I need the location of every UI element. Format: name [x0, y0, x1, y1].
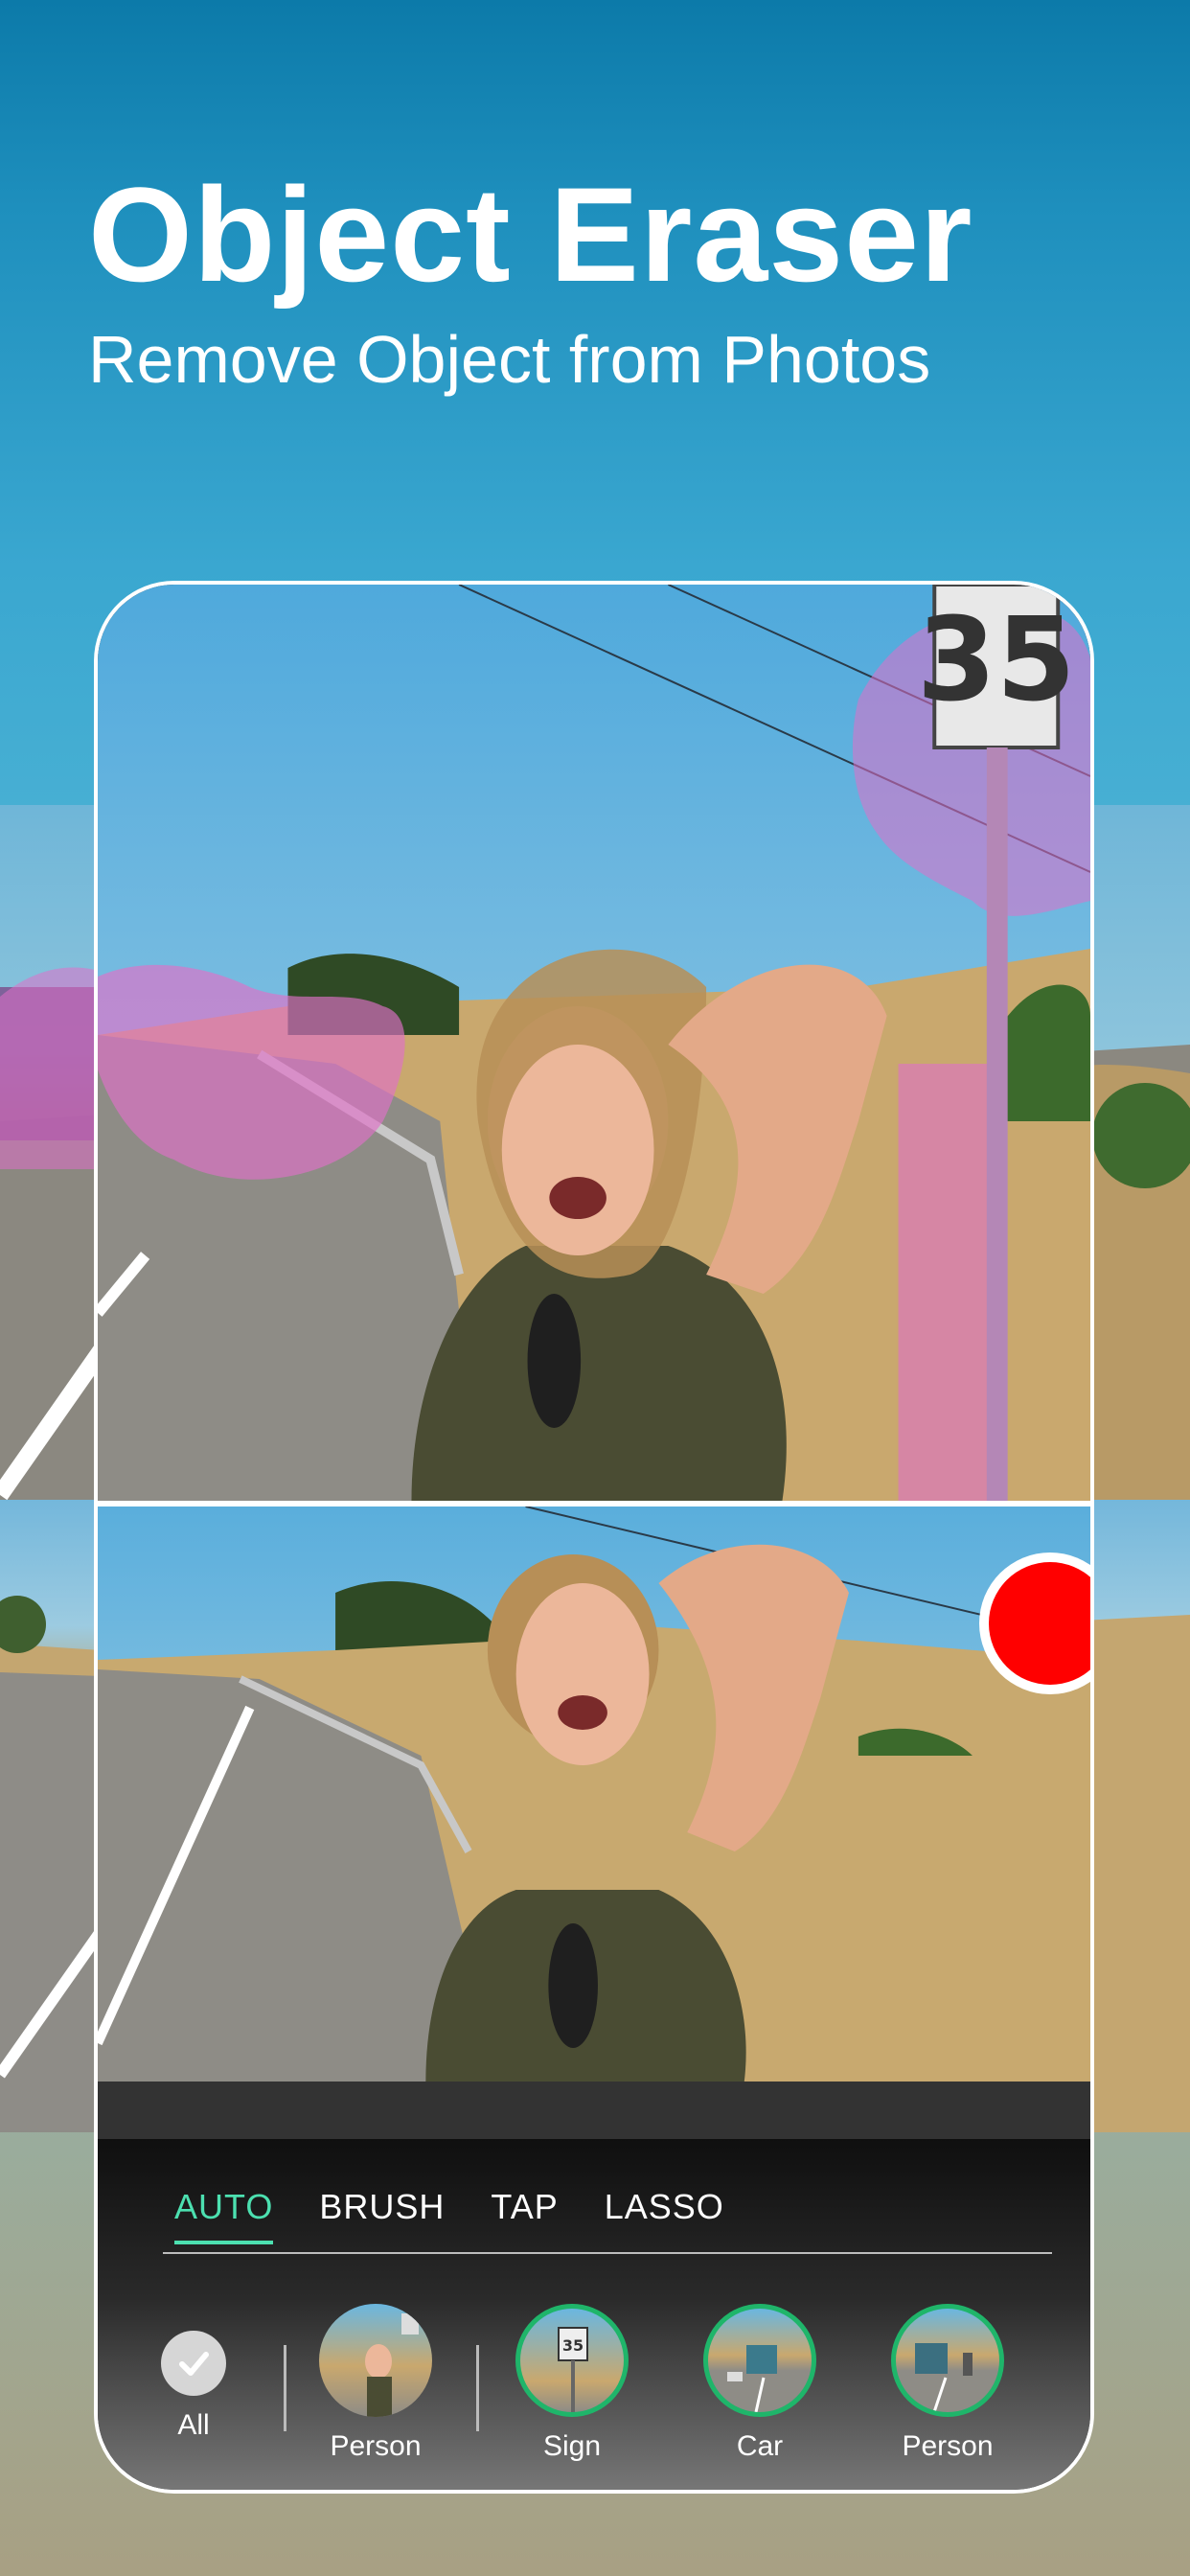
select-all-label: All: [177, 2409, 210, 2441]
separator: [284, 2345, 286, 2431]
detected-objects: All Person 35 Sign Car Person: [98, 2292, 1090, 2484]
tab-tap[interactable]: TAP: [491, 2187, 558, 2244]
after-photo: [98, 1506, 1090, 2082]
headline: Object Eraser Remove Object from Photos: [88, 163, 973, 402]
object-label: Car: [736, 2430, 784, 2462]
tab-auto[interactable]: AUTO: [174, 2187, 274, 2244]
truck-person-thumb-icon: [891, 2304, 1004, 2417]
thumb-sign-text: 35: [562, 2336, 584, 2355]
tab-lasso[interactable]: LASSO: [605, 2187, 724, 2244]
object-thumb-person-1[interactable]: Person: [313, 2304, 438, 2463]
checkmark-icon: [161, 2331, 226, 2396]
speed-sign-text: 35: [917, 594, 1076, 728]
before-photo[interactable]: 35: [98, 585, 1090, 1501]
page-title: Object Eraser: [88, 159, 973, 310]
mode-tabs: AUTO BRUSH TAP LASSO: [174, 2187, 724, 2244]
object-label: Sign: [542, 2430, 602, 2462]
phone-frame: 35 AUTO BRUSH TAP LASSO All Person 35 Si…: [94, 581, 1094, 2494]
eraser-toolbar: AUTO BRUSH TAP LASSO All Person 35 Sign …: [98, 2139, 1090, 2490]
person-thumb-icon: [319, 2304, 432, 2417]
object-label: Person: [902, 2430, 994, 2462]
separator: [476, 2345, 479, 2431]
object-thumb-sign[interactable]: 35 Sign: [510, 2304, 634, 2463]
brush-cursor-dot: [989, 1562, 1090, 1685]
sign-thumb-icon: 35: [515, 2304, 629, 2417]
page-subtitle: Remove Object from Photos: [88, 322, 931, 397]
select-all-button[interactable]: All: [155, 2331, 232, 2442]
tabs-underline: [163, 2252, 1052, 2254]
car-thumb-icon: [703, 2304, 816, 2417]
object-label: Person: [330, 2430, 422, 2462]
object-thumb-person-2[interactable]: Person: [885, 2304, 1010, 2463]
tab-brush[interactable]: BRUSH: [319, 2187, 445, 2244]
object-thumb-car[interactable]: Car: [698, 2304, 822, 2463]
